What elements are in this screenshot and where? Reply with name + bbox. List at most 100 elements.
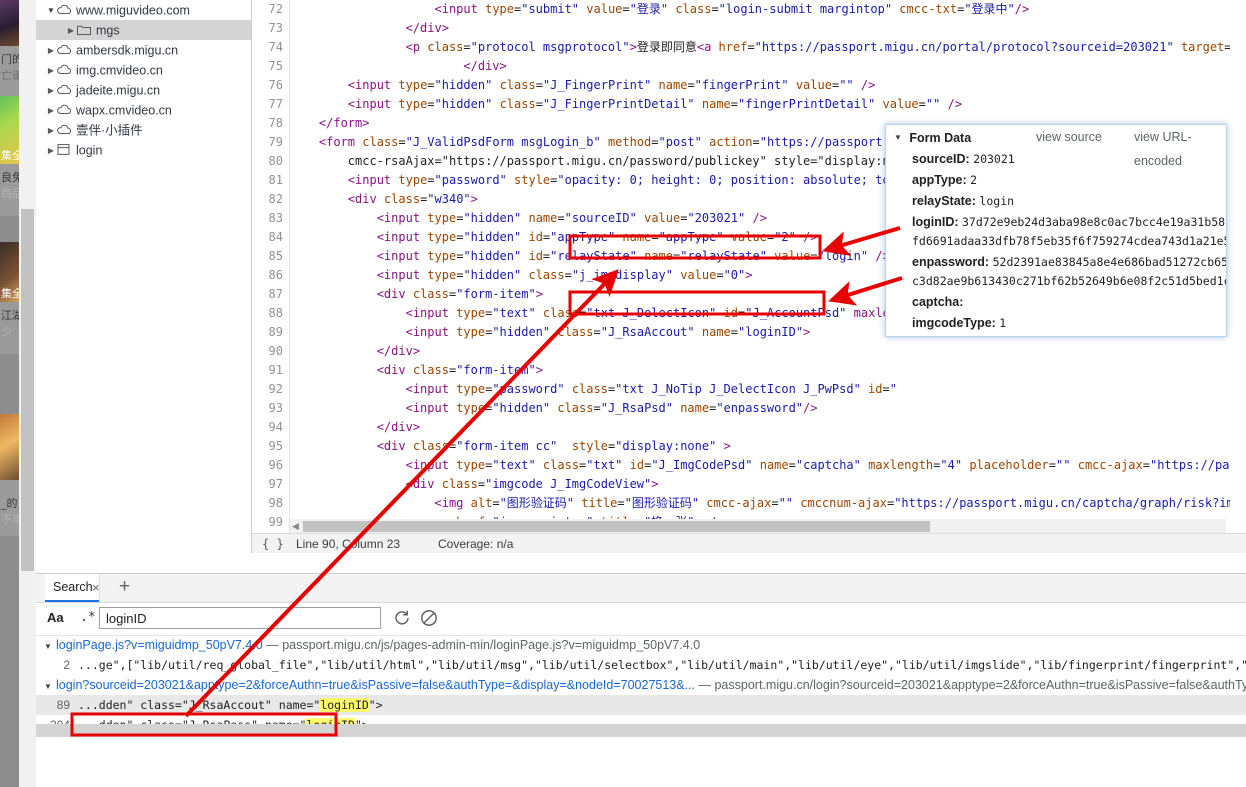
result-file-name: loginPage.js?v=miguidmp_50pV7.4.0 (56, 638, 263, 652)
form-data-value: login (979, 194, 1015, 208)
form-data-value: 203021 (973, 152, 1015, 166)
form-data-header[interactable]: ▼ Form Data view source view URL-encoded (886, 125, 1226, 168)
line-number: 75 (268, 59, 283, 73)
disclosure-triangle-icon[interactable]: ▼ (46, 1, 56, 21)
tree-item-6[interactable]: ▶ 壹伴·小插件 (36, 120, 251, 140)
result-dash: — (266, 638, 279, 652)
disclosure-triangle-icon[interactable]: ▶ (46, 121, 56, 141)
cloud-icon (56, 103, 72, 116)
page-text-4: _的 不丰 (0, 480, 19, 536)
navigator-file-tree[interactable]: ▼ www.miguvideo.com ▶ mgs ▶ ambersdk.migu.cn ▶… (36, 0, 252, 553)
code-line[interactable]: <div class="imgcode J_ImgCodeView"> (290, 475, 1246, 494)
tree-item-5[interactable]: ▶ wapx.cmvideo.cn (36, 100, 251, 120)
pretty-print-button[interactable]: { } (262, 536, 284, 552)
search-result-line-2[interactable]: 2 ...ge",["lib/util/req_global_file","lib… (36, 655, 1246, 675)
document-icon (56, 143, 72, 156)
form-data-value: 37d72e9eb24d3aba98e8c0ac7bcc4e19a31b589c (962, 215, 1226, 229)
hscroll-thumb[interactable] (303, 521, 930, 532)
add-tab-icon[interactable]: + (119, 574, 130, 602)
tab-active-underline (45, 600, 99, 602)
page-vertical-scrollbar[interactable] (19, 0, 37, 787)
close-icon[interactable]: × (92, 574, 100, 602)
search-result-line-89[interactable]: 89 ...dden" class="J_RsaAccout" name="log… (36, 695, 1246, 715)
form-data-row-4: enpassword: 52d2391ae83845a8e4e686bad512… (886, 252, 1226, 273)
disclosure-triangle-icon[interactable]: ▼ (44, 677, 56, 697)
editor-horizontal-scrollbar[interactable]: ◀ (290, 519, 1226, 534)
form-data-key: appType: (912, 173, 967, 187)
line-number: 92 (268, 382, 283, 396)
disclosure-triangle-icon[interactable]: ▶ (66, 21, 76, 41)
line-number: 82 (268, 192, 283, 206)
scroll-left-arrow[interactable]: ◀ (292, 520, 299, 533)
editor-vertical-scrollbar[interactable] (1230, 0, 1246, 534)
line-number: 80 (268, 154, 283, 168)
disclosure-triangle-icon[interactable]: ▶ (46, 141, 56, 161)
tree-item-0[interactable]: ▼ www.miguvideo.com (36, 0, 251, 20)
search-result-group-2[interactable]: ▼ login?sourceid=203021&apptype=2&forceAu… (36, 675, 1246, 695)
code-line[interactable]: <input type="hidden" class="J_FingerPrin… (290, 76, 1246, 95)
disclosure-triangle-icon[interactable]: ▼ (44, 637, 56, 657)
code-line[interactable]: <div class="form-item cc" style="display… (290, 437, 1246, 456)
disclosure-triangle-icon[interactable]: ▶ (46, 41, 56, 61)
line-number: 72 (268, 2, 283, 16)
line-number: 83 (268, 211, 283, 225)
tree-item-label: jadeite.migu.cn (76, 83, 161, 98)
cloud-icon (56, 123, 72, 136)
line-number: 99 (268, 515, 283, 529)
view-url-encoded-link[interactable]: view URL-encoded (1134, 125, 1226, 173)
disclosure-triangle-icon[interactable]: ▶ (46, 81, 56, 101)
line-number: 84 (268, 230, 283, 244)
disclosure-triangle-icon[interactable]: ▶ (46, 101, 56, 121)
refresh-icon[interactable] (391, 607, 413, 629)
chevron-down-icon[interactable]: ▼ (894, 126, 906, 150)
code-line[interactable]: <input type="password" class="txt J_NoTi… (290, 380, 1246, 399)
code-line[interactable]: <div class="form-item"> (290, 361, 1246, 380)
tree-item-label: 壹伴·小插件 (76, 123, 143, 138)
code-line[interactable]: <input type="text" class="txt" id="J_Img… (290, 456, 1246, 475)
results-horizontal-scrollbar[interactable] (36, 724, 1246, 737)
code-line[interactable]: </div> (290, 57, 1246, 76)
result-line-number: 89 (56, 698, 70, 712)
form-data-row-2: relayState: login (886, 191, 1226, 212)
line-number: 97 (268, 477, 283, 491)
regex-icon[interactable]: .* (80, 610, 96, 625)
result-dash: — (698, 678, 712, 692)
line-number: 77 (268, 97, 283, 111)
clear-icon[interactable] (418, 607, 440, 629)
code-line[interactable]: </div> (290, 342, 1246, 361)
tree-item-7[interactable]: ▶ login (36, 140, 251, 160)
tree-item-3[interactable]: ▶ img.cmvideo.cn (36, 60, 251, 80)
cursor-position-label: Line 90, Column 23 (296, 537, 401, 551)
search-results-list[interactable]: ▼ loginPage.js?v=miguidmp_50pV7.4.0 — pas… (36, 635, 1246, 787)
code-line[interactable]: <input type="hidden" class="J_FingerPrin… (290, 95, 1246, 114)
form-data-popup[interactable]: ▼ Form Data view source view URL-encoded… (885, 124, 1227, 337)
scrollbar-thumb[interactable] (21, 209, 34, 571)
view-source-link[interactable]: view source (1036, 125, 1102, 149)
form-data-value: 2 (970, 173, 978, 187)
code-line[interactable]: <input type="submit" value="登录" class="l… (290, 0, 1246, 19)
form-data-key: loginID: (912, 215, 959, 229)
line-number-gutter: 72 73 74 75 76 77 78 79 80 81 82 83 84 85 86 87 88 89 90 91… (252, 0, 290, 548)
tree-item-1[interactable]: ▶ mgs (36, 20, 251, 40)
tree-item-label: www.miguvideo.com (76, 3, 190, 18)
code-line[interactable]: <input type="hidden" class="J_RsaPsd" na… (290, 399, 1246, 418)
search-result-group-0[interactable]: ▼ loginPage.js?v=miguidmp_50pV7.4.0 — pas… (36, 635, 1246, 655)
code-line[interactable]: <p class="protocol msgprotocol">登录即同意<a … (290, 38, 1246, 57)
form-data-row-6: imgcodeType: 1 (886, 313, 1226, 334)
code-line[interactable]: </div> (290, 19, 1246, 38)
form-data-row-5: captcha: (886, 292, 1226, 313)
form-data-key: captcha: (912, 295, 964, 309)
code-line[interactable]: <img alt="图形验证码" title="图形验证码" cmcc-ajax… (290, 494, 1246, 513)
disclosure-triangle-icon[interactable]: ▶ (46, 61, 56, 81)
code-line[interactable]: </div> (290, 418, 1246, 437)
form-data-row-3: loginID: 37d72e9eb24d3aba98e8c0ac7bcc4e1… (886, 212, 1226, 233)
tree-item-2[interactable]: ▶ ambersdk.migu.cn (36, 40, 251, 60)
match-case-icon[interactable]: Aa (47, 610, 64, 625)
line-number: 74 (268, 40, 283, 54)
search-input[interactable] (99, 607, 381, 629)
form-data-key: relayState: (912, 194, 976, 208)
tree-item-4[interactable]: ▶ jadeite.migu.cn (36, 80, 251, 100)
form-data-key: enpassword: (912, 255, 990, 269)
tree-item-label: wapx.cmvideo.cn (76, 103, 172, 118)
devtools-screenshot: 门的 亡谦 集全 良免 商品 集全 江湖 少 _的 不丰 ▼ www.miguvi… (0, 0, 1246, 787)
